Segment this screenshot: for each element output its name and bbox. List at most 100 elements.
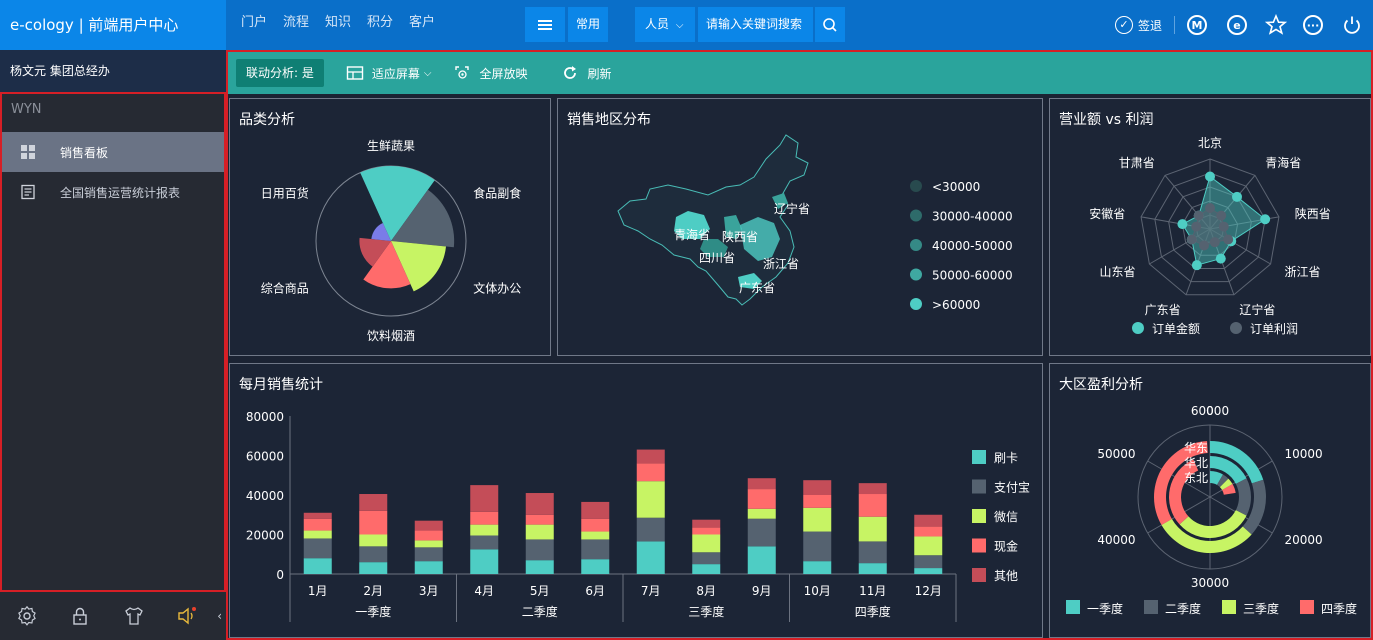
- sidebar-item-sales-board[interactable]: 销售看板: [2, 132, 224, 172]
- legend-dot[interactable]: [910, 209, 922, 222]
- collapse-icon[interactable]: ‹: [217, 609, 222, 623]
- bar-segment[interactable]: [747, 546, 776, 574]
- bar-segment[interactable]: [581, 531, 610, 540]
- bar-segment[interactable]: [858, 494, 887, 517]
- bar-segment[interactable]: [803, 495, 832, 508]
- bar-segment[interactable]: [803, 507, 832, 532]
- radar-point[interactable]: [1205, 203, 1215, 213]
- radar-point[interactable]: [1209, 237, 1220, 248]
- bar-segment[interactable]: [359, 494, 388, 511]
- sidebar-item-national-report[interactable]: 全国销售运营统计报表: [2, 172, 224, 212]
- search-input[interactable]: 请输入关键词搜索: [698, 7, 813, 42]
- bar-segment[interactable]: [470, 549, 499, 574]
- bar-segment[interactable]: [525, 539, 554, 561]
- bar-segment[interactable]: [858, 541, 887, 564]
- brand-title[interactable]: e-cology | 前端用户中心: [0, 0, 226, 50]
- legend-dot[interactable]: [1132, 322, 1144, 334]
- signin-button[interactable]: ✓ 签退: [1114, 16, 1162, 34]
- bar-segment[interactable]: [414, 561, 443, 574]
- nav-item-workflow[interactable]: 流程: [275, 0, 317, 50]
- more-icon[interactable]: ···: [1303, 15, 1323, 35]
- radar-point[interactable]: [1199, 240, 1210, 251]
- legend-swatch[interactable]: [972, 568, 986, 582]
- bar-segment[interactable]: [858, 483, 887, 495]
- legend-swatch[interactable]: [972, 509, 986, 523]
- bar-segment[interactable]: [359, 546, 388, 563]
- bar-segment[interactable]: [747, 518, 776, 547]
- bar-segment[interactable]: [581, 518, 610, 532]
- menu-button[interactable]: [525, 7, 565, 42]
- bar-segment[interactable]: [692, 527, 721, 535]
- bar-segment[interactable]: [581, 559, 610, 574]
- power-icon[interactable]: [1341, 14, 1363, 36]
- bar-segment[interactable]: [636, 449, 665, 464]
- bar-segment[interactable]: [359, 534, 388, 547]
- nav-item-portal[interactable]: 门户: [233, 0, 275, 50]
- bar-segment[interactable]: [692, 552, 721, 565]
- bar-segment[interactable]: [692, 519, 721, 528]
- linked-analysis-button[interactable]: 联动分析: 是: [236, 59, 324, 87]
- bar-segment[interactable]: [636, 541, 665, 574]
- nav-item-customer[interactable]: 客户: [401, 0, 443, 50]
- fit-screen-button[interactable]: 适应屏幕 ⌵: [346, 64, 431, 82]
- bar-segment[interactable]: [303, 518, 332, 531]
- polar-bar-segment[interactable]: [1235, 478, 1251, 516]
- search-type-select[interactable]: 人员 ⌵: [635, 7, 695, 42]
- bar-segment[interactable]: [858, 563, 887, 574]
- e-icon[interactable]: e: [1227, 15, 1247, 35]
- radar-point[interactable]: [1231, 191, 1242, 202]
- legend-swatch[interactable]: [1144, 600, 1158, 614]
- bar-segment[interactable]: [747, 478, 776, 490]
- bar-segment[interactable]: [914, 568, 943, 574]
- bar-segment[interactable]: [525, 560, 554, 574]
- refresh-button[interactable]: 刷新: [561, 64, 612, 82]
- legend-swatch[interactable]: [1222, 600, 1236, 614]
- bar-segment[interactable]: [747, 489, 776, 509]
- gear-icon[interactable]: [16, 605, 38, 627]
- bar-segment[interactable]: [414, 520, 443, 531]
- bar-segment[interactable]: [470, 485, 499, 512]
- bar-segment[interactable]: [414, 530, 443, 541]
- bar-segment[interactable]: [470, 524, 499, 536]
- bar-segment[interactable]: [470, 535, 499, 550]
- nav-item-points[interactable]: 积分: [359, 0, 401, 50]
- nav-item-knowledge[interactable]: 知识: [317, 0, 359, 50]
- bar-segment[interactable]: [414, 547, 443, 562]
- radar-point[interactable]: [1215, 253, 1226, 264]
- legend-swatch[interactable]: [972, 450, 986, 464]
- legend-dot[interactable]: [910, 239, 922, 251]
- bar-segment[interactable]: [303, 530, 332, 539]
- radar-point[interactable]: [1260, 214, 1271, 225]
- bar-segment[interactable]: [914, 514, 943, 527]
- bar-segment[interactable]: [692, 564, 721, 574]
- radar-point[interactable]: [1193, 210, 1204, 221]
- fullscreen-button[interactable]: 全屏放映: [453, 64, 527, 82]
- legend-dot[interactable]: [910, 268, 922, 281]
- star-icon[interactable]: [1265, 14, 1287, 36]
- bar-segment[interactable]: [581, 501, 610, 519]
- bar-segment[interactable]: [692, 534, 721, 553]
- radar-point[interactable]: [1223, 234, 1234, 245]
- bar-segment[interactable]: [525, 493, 554, 515]
- shirt-icon[interactable]: [123, 605, 145, 627]
- radar-point[interactable]: [1216, 210, 1227, 221]
- bar-segment[interactable]: [747, 508, 776, 519]
- bar-segment[interactable]: [803, 480, 832, 495]
- lock-icon[interactable]: [69, 605, 91, 627]
- bar-segment[interactable]: [858, 516, 887, 542]
- bar-segment[interactable]: [914, 526, 943, 537]
- radar-point[interactable]: [1191, 221, 1202, 232]
- bar-segment[interactable]: [636, 517, 665, 542]
- legend-dot[interactable]: [1230, 322, 1242, 334]
- radar-point[interactable]: [1218, 221, 1229, 232]
- radar-point[interactable]: [1205, 171, 1215, 182]
- bar-segment[interactable]: [525, 524, 554, 540]
- speaker-icon[interactable]: [176, 605, 198, 627]
- m-icon[interactable]: M: [1187, 15, 1207, 35]
- legend-dot[interactable]: [910, 298, 922, 310]
- radar-series-area[interactable]: [1181, 175, 1267, 266]
- bar-segment[interactable]: [303, 558, 332, 574]
- bar-segment[interactable]: [470, 511, 499, 525]
- bar-segment[interactable]: [636, 481, 665, 518]
- bar-segment[interactable]: [525, 514, 554, 525]
